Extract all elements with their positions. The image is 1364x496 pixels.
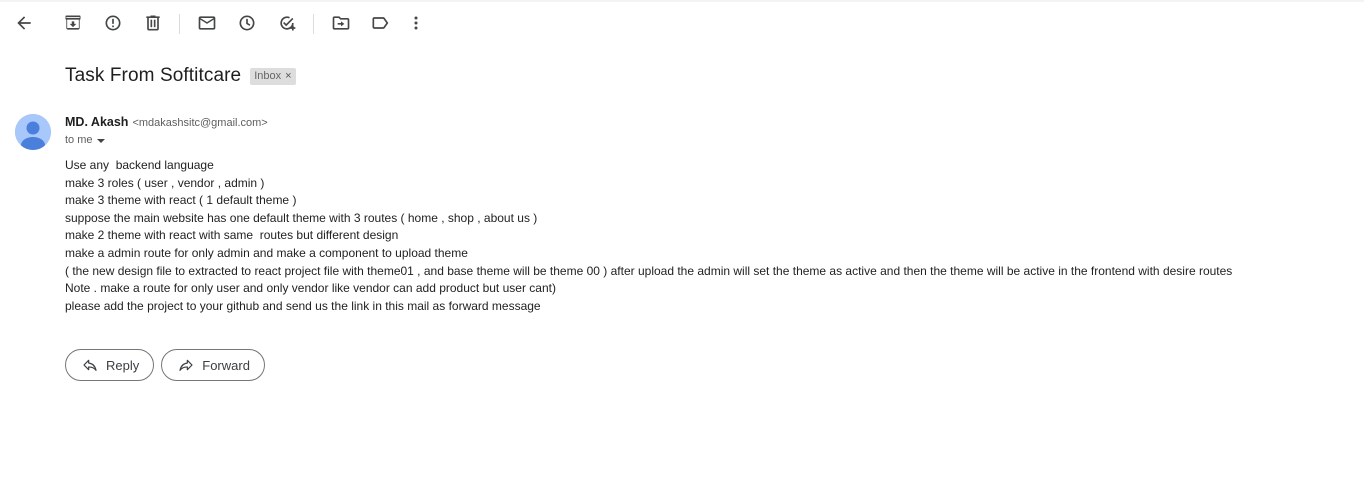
forward-icon [179,359,193,371]
report-spam-icon [105,15,121,31]
back-button[interactable] [9,8,39,38]
move-to-button[interactable] [326,8,356,38]
body-line: make 3 theme with react ( 1 default them… [65,193,297,208]
mark-unread-button[interactable] [192,8,222,38]
body-line: make 2 theme with react with same routes… [65,228,399,243]
reply-button[interactable]: Reply [65,349,155,381]
recipient-row[interactable]: to me [65,134,105,146]
reply-icon [83,359,97,371]
forward-label: Forward [202,357,250,373]
person-icon [15,114,51,150]
chevron-down-icon[interactable] [96,139,105,143]
trash-icon [146,15,160,31]
add-to-tasks-button[interactable] [272,8,302,38]
label-icon [372,17,389,29]
more-vert-icon [414,16,418,30]
subject-row: Task From Softitcare Inbox × [65,63,296,89]
email-toolbar [0,2,1364,44]
remove-label-icon[interactable]: × [285,69,291,83]
email-body: Use any backend language make 3 roles ( … [65,157,1345,315]
archive-button[interactable] [58,8,88,38]
sender-name: MD. Akash [65,115,129,129]
toolbar-divider [179,14,180,34]
reply-label: Reply [106,357,140,373]
body-line: please add the project to your github an… [65,298,541,313]
email-view: Task From Softitcare Inbox × MD. Akash <… [0,0,1364,496]
arrow-back-icon [17,16,31,30]
email-actions: Reply Forward [65,349,272,381]
recipient-text: to me [65,134,93,146]
toolbar-divider [313,14,314,34]
body-line: make a admin route for only admin and ma… [65,245,468,260]
archive-icon [65,15,81,30]
email-subject: Task From Softitcare [65,65,242,86]
add-task-icon [280,16,296,31]
more-button[interactable] [401,8,431,38]
delete-button[interactable] [138,8,168,38]
body-line: suppose the main website has one default… [65,210,538,225]
label-chip-text: Inbox [254,69,282,82]
body-line: make 3 roles ( user , vendor , admin ) [65,175,265,190]
avatar[interactable] [15,114,51,150]
sender-info: MD. Akash <mdakashsitc@gmail.com> [65,115,268,129]
clock-icon [239,15,255,31]
labels-button[interactable] [365,8,395,38]
body-line: Use any backend language [65,158,214,172]
mail-icon [198,16,216,30]
body-line: ( the new design file to extracted to re… [65,263,1233,278]
report-spam-button[interactable] [98,8,128,38]
forward-button[interactable]: Forward [161,349,265,381]
move-folder-icon [332,16,350,30]
inbox-label-chip[interactable]: Inbox × [250,67,296,85]
body-line: Note . make a route for only user and on… [65,281,556,296]
snooze-button[interactable] [232,8,262,38]
sender-email: <mdakashsitc@gmail.com> [132,117,268,129]
